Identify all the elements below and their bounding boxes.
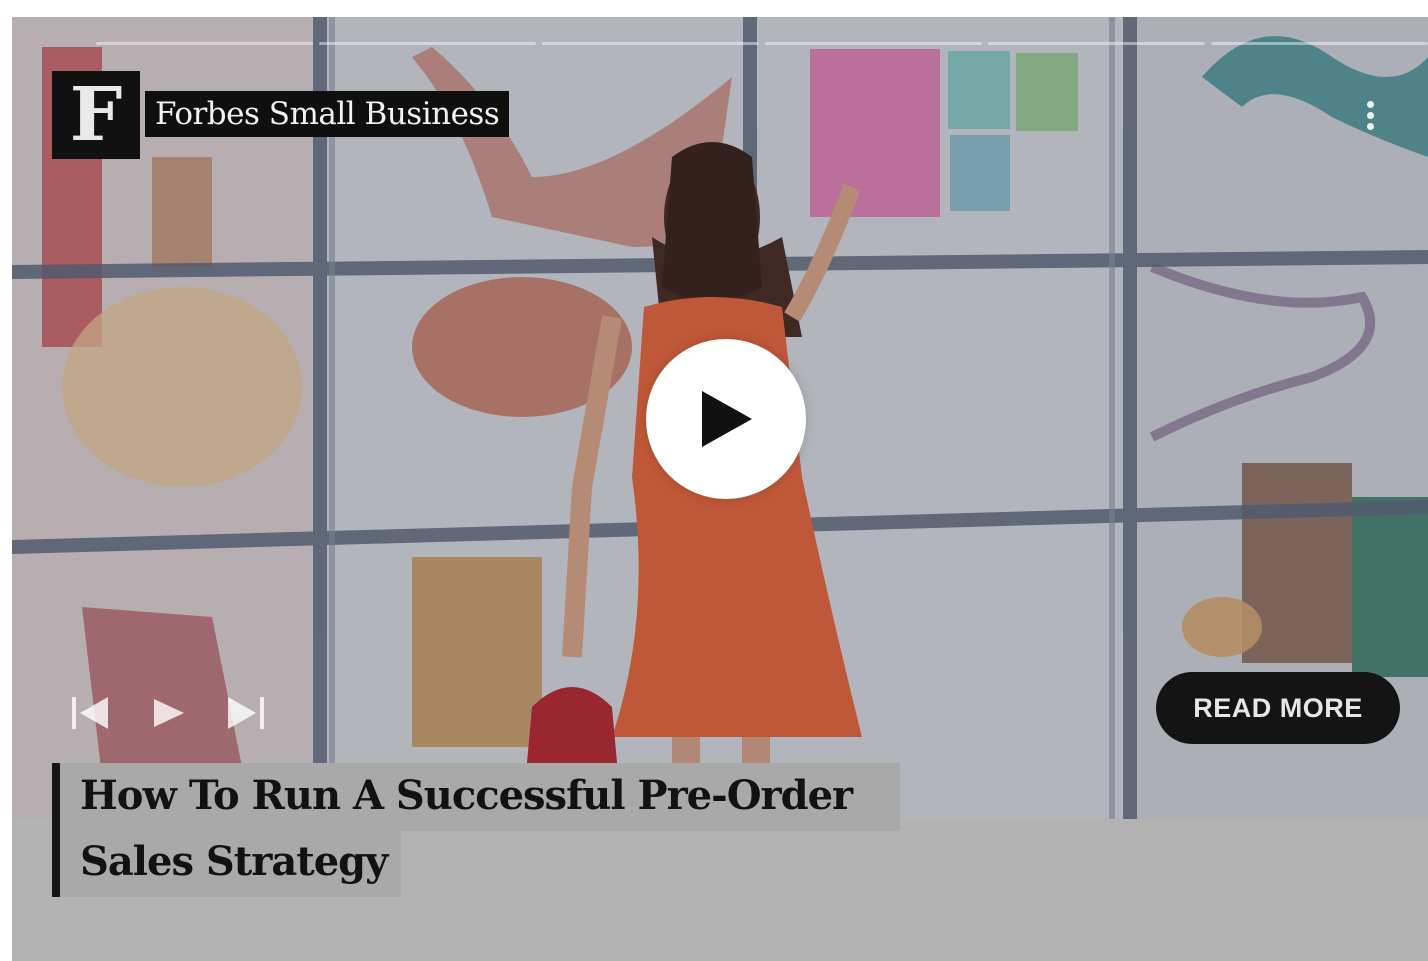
more-vertical-icon-dot <box>1366 111 1374 119</box>
previous-button[interactable] <box>70 693 110 733</box>
progress-segment <box>988 42 1205 45</box>
skip-previous-icon <box>72 697 108 729</box>
more-options-button[interactable] <box>1352 95 1388 135</box>
channel-name[interactable]: Forbes Small Business <box>145 91 510 137</box>
headline-accent-bar <box>52 763 60 897</box>
progress-segment <box>1211 42 1428 45</box>
skip-next-icon <box>228 697 264 729</box>
story-progress-segments <box>96 42 1428 46</box>
forbes-logo[interactable]: F <box>52 71 140 159</box>
next-button[interactable] <box>226 693 266 733</box>
video-player[interactable]: F Forbes Small Business READ MORE How To… <box>12 17 1428 961</box>
play-small-icon <box>154 699 184 727</box>
play-button[interactable] <box>646 339 806 499</box>
read-more-button[interactable]: READ MORE <box>1156 672 1400 744</box>
headline-line-1: How To Run A Successful Pre-Order <box>60 763 900 831</box>
progress-segment <box>319 42 536 45</box>
more-vertical-icon <box>1366 100 1374 108</box>
playback-controls <box>70 693 266 733</box>
video-headline[interactable]: How To Run A Successful Pre-Order Sales … <box>52 763 912 897</box>
play-icon <box>702 391 752 447</box>
progress-segment <box>542 42 759 45</box>
more-vertical-icon-dot <box>1366 122 1374 130</box>
progress-segment <box>765 42 982 45</box>
headline-line-2: Sales Strategy <box>60 830 401 897</box>
play-small-button[interactable] <box>148 693 188 733</box>
progress-segment <box>96 42 313 45</box>
